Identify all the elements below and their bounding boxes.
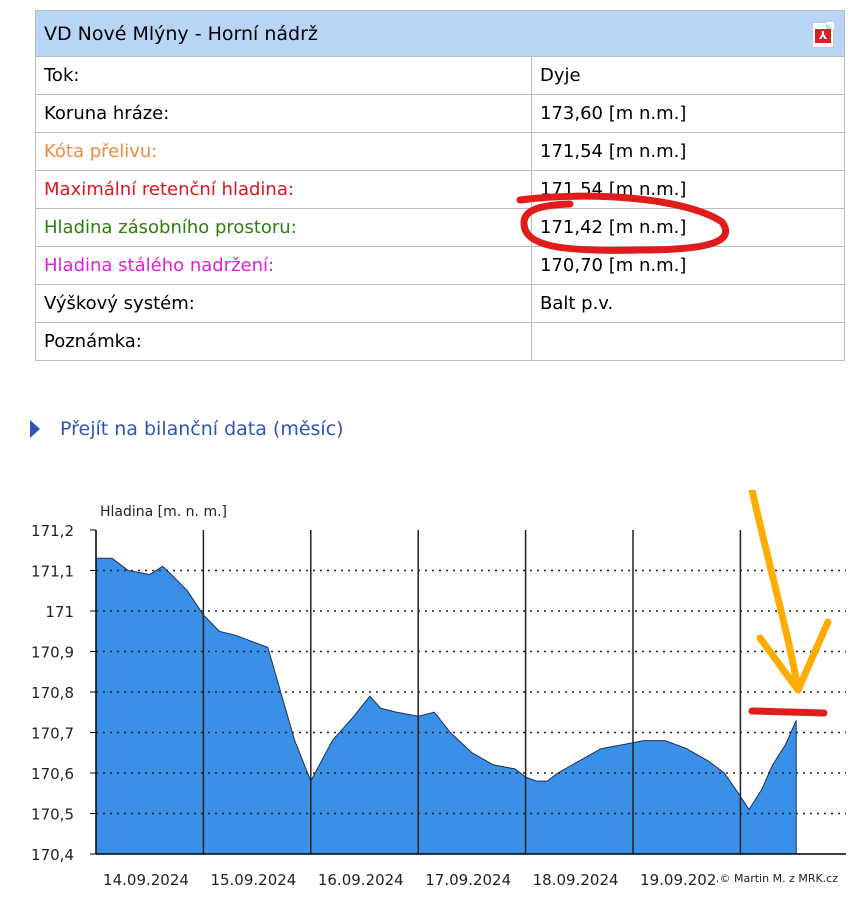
row-label: Hladina stálého nadržení: xyxy=(35,246,532,285)
balance-data-link-row[interactable]: Přejít na bilanční data (měsíc) xyxy=(30,418,344,440)
y-tick-label: 171 xyxy=(45,603,74,621)
table-row: Kóta přelivu: 171,54 [m n.m.] xyxy=(35,132,845,171)
row-label: Kóta přelivu: xyxy=(35,132,532,171)
water-level-area xyxy=(95,557,797,855)
row-label: Maximální retenční hladina: xyxy=(35,170,532,209)
row-value: 171,42 [m n.m.] xyxy=(531,208,845,247)
x-tick-label: 15.09.2024 xyxy=(210,871,296,889)
row-value xyxy=(531,322,845,361)
y-tick-label: 170,4 xyxy=(31,846,74,864)
table-row: Koruna hráze: 173,60 [m n.m.] xyxy=(35,94,845,133)
y-tick-label: 171,1 xyxy=(31,563,74,581)
row-value: 173,60 [m n.m.] xyxy=(531,94,845,133)
table-header-row: VD Nové Mlýny - Horní nádrž ⅄ xyxy=(35,10,845,57)
row-label: Koruna hráze: xyxy=(35,94,532,133)
table-row: Tok: Dyje xyxy=(35,56,845,95)
table-row: Maximální retenční hladina: 171,54 [m n.m… xyxy=(35,170,845,209)
table-row: Hladina zásobního prostoru: 171,42 [m n.m… xyxy=(35,208,845,247)
x-tick-label: 16.09.2024 xyxy=(318,871,404,889)
x-tick-label: 19.09.2024 xyxy=(640,871,726,889)
row-value: Dyje xyxy=(531,56,845,95)
row-value: 171,54 [m n.m.] xyxy=(531,132,845,171)
row-value: 171,54 [m n.m.] xyxy=(531,170,845,209)
x-tick-label: 18.09.2024 xyxy=(533,871,619,889)
table-row: Poznámka: xyxy=(35,322,845,361)
row-value: 170,70 [m n.m.] xyxy=(531,246,845,285)
y-tick-label: 170,9 xyxy=(31,644,74,662)
y-tick-label: 171,2 xyxy=(31,522,74,540)
arrow-right-icon xyxy=(30,420,40,438)
table-row: Hladina stálého nadržení: 170,70 [m n.m.] xyxy=(35,246,845,285)
row-value: Balt p.v. xyxy=(531,284,845,323)
row-label: Výškový systém: xyxy=(35,284,532,323)
table-row: Výškový systém: Balt p.v. xyxy=(35,284,845,323)
pdf-icon[interactable]: ⅄ xyxy=(812,22,834,48)
copyright-note: © Martin M. z MRK.cz xyxy=(718,872,839,885)
row-label: Tok: xyxy=(35,56,532,95)
row-label: Poznámka: xyxy=(35,322,532,361)
row-label: Hladina zásobního prostoru: xyxy=(35,208,532,247)
y-tick-label: 170,6 xyxy=(31,765,74,783)
table-header: VD Nové Mlýny - Horní nádrž ⅄ xyxy=(35,10,845,57)
balance-data-link[interactable]: Přejít na bilanční data (měsíc) xyxy=(60,418,344,440)
red-level-mark xyxy=(748,707,828,717)
x-tick-label: 14.09.2024 xyxy=(103,871,189,889)
y-axis-label: Hladina [m. n. m.] xyxy=(100,504,227,520)
water-level-chart: 171,2 171,1 171 170,9 170,8 170,7 170,6 170,5 17… xyxy=(31,490,846,889)
y-tick-label: 170,8 xyxy=(31,684,74,702)
y-tick-label: 170,5 xyxy=(31,806,74,824)
reservoir-info-table: VD Nové Mlýny - Horní nádrž ⅄ Tok: Dyje Ko… xyxy=(35,10,845,361)
y-tick-label: 170,7 xyxy=(31,725,74,743)
reservoir-title: VD Nové Mlýny - Horní nádrž xyxy=(44,22,318,45)
x-tick-label: 17.09.2024 xyxy=(425,871,511,889)
orange-arrow-shaft xyxy=(748,490,802,694)
